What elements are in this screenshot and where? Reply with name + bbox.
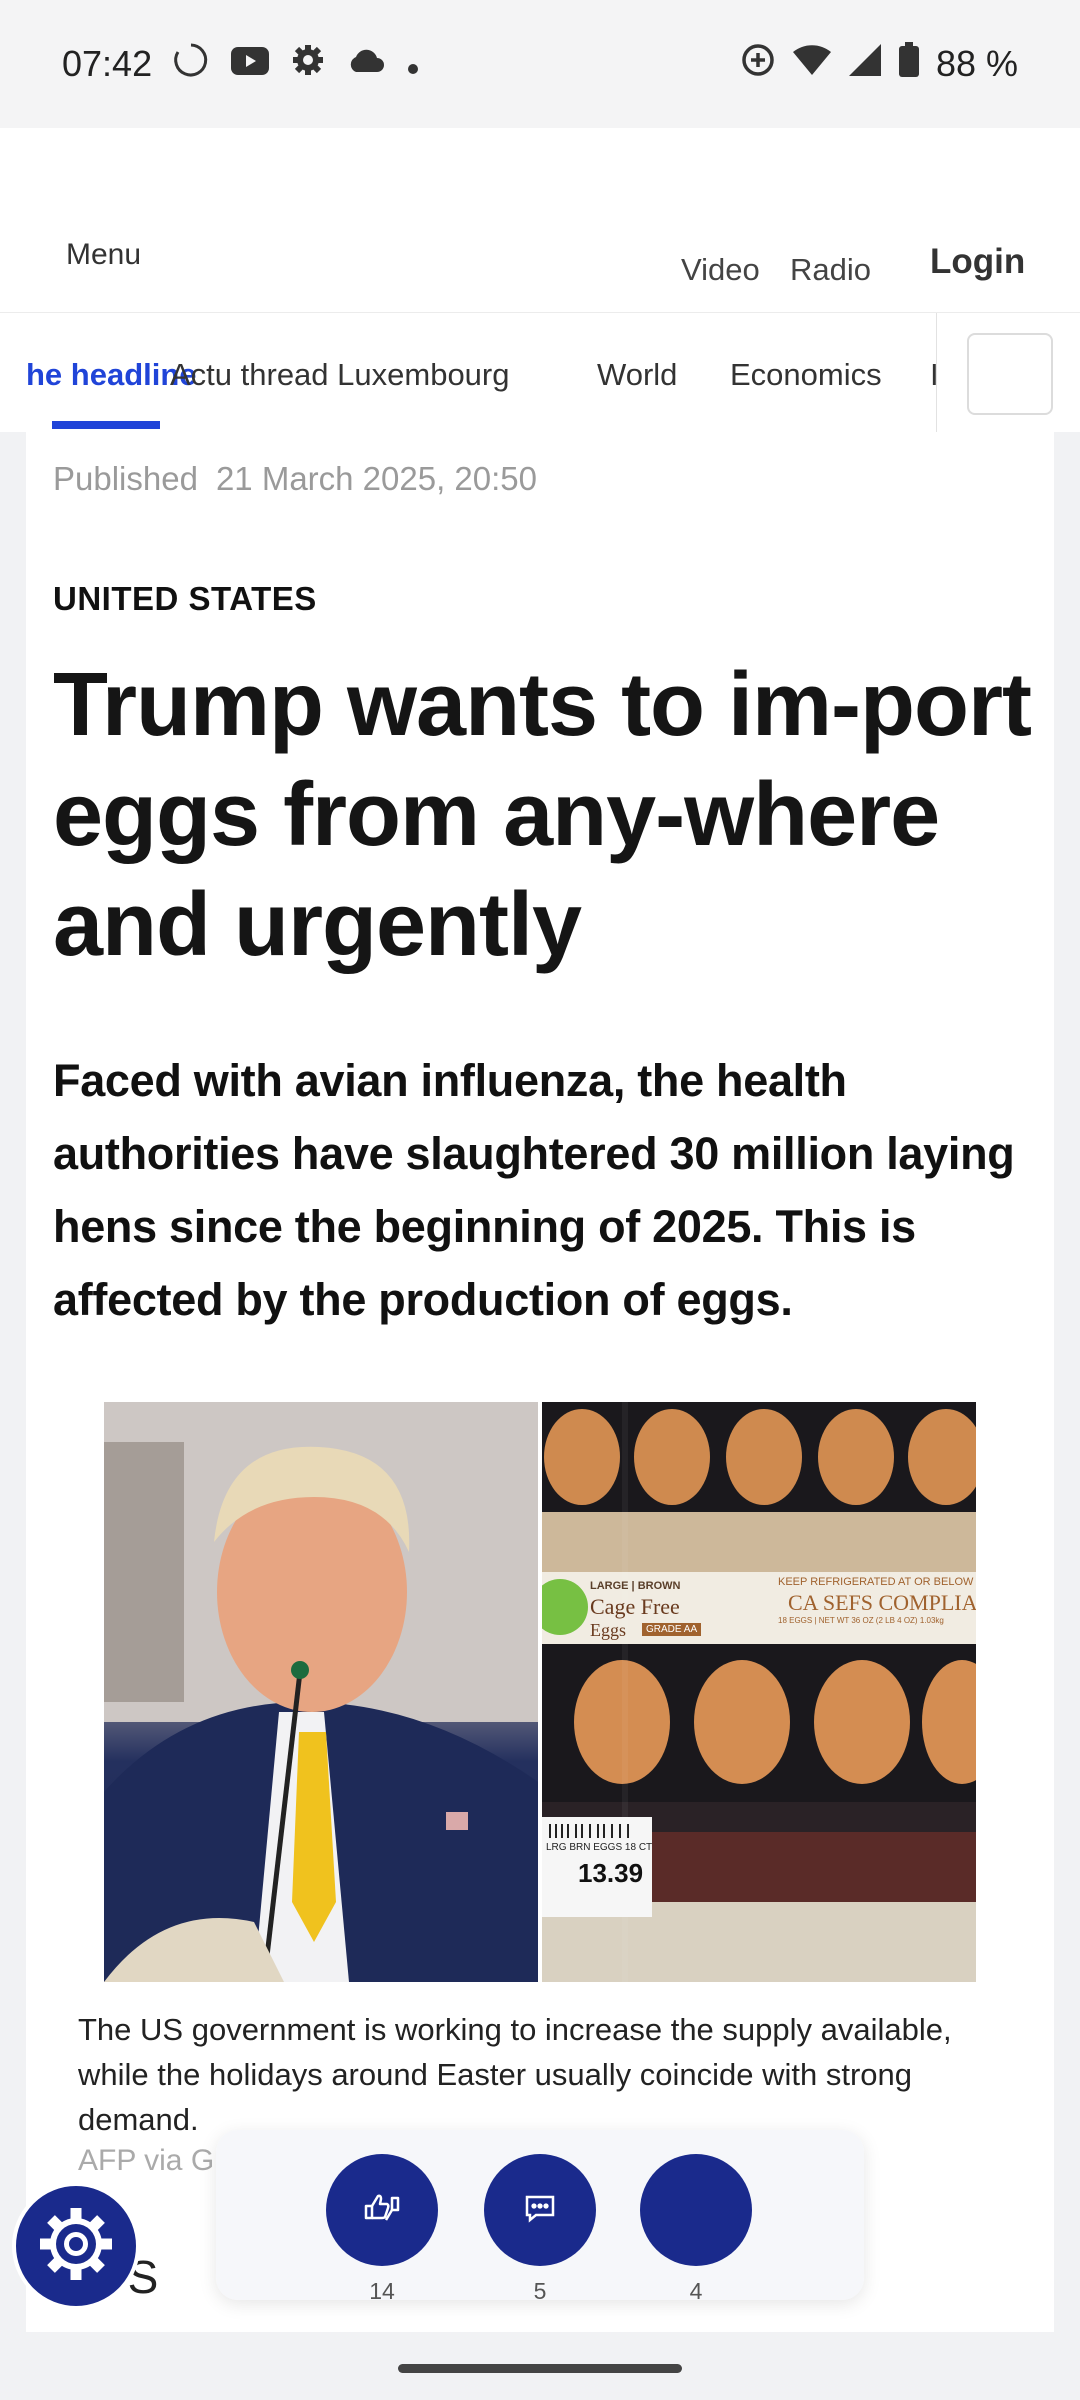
egg-label-grade: GRADE AA xyxy=(642,1623,702,1636)
nav-more-button[interactable] xyxy=(967,333,1053,415)
loading-icon xyxy=(172,41,210,88)
nav-divider xyxy=(936,313,937,432)
egg-label-right1: KEEP REFRIGERATED AT OR BELOW 45 F xyxy=(778,1576,976,1588)
article-kicker: UNITED STATES xyxy=(53,580,317,617)
price-tag-price: 13.39 xyxy=(578,1858,644,1888)
photo-credit: AFP via G xyxy=(78,2144,215,2177)
dot-icon xyxy=(406,43,420,85)
egg-label-right2: CA SEFS COMPLIANT xyxy=(788,1590,976,1615)
nav-item-truncated[interactable]: I xyxy=(930,357,939,393)
youtube-icon xyxy=(230,43,270,85)
video-link[interactable]: Video xyxy=(681,252,760,288)
reaction-count: 14 xyxy=(369,2278,395,2304)
photo-caption: The US government is working to increase… xyxy=(78,2012,952,2137)
photo-eggs: LARGE | BROWN Cage Free Eggs GRADE AA KE… xyxy=(542,1402,976,1982)
egg-label-right3: 18 EGGS | NET WT 36 OZ (2 LB 4 OZ) 1.03k… xyxy=(778,1616,944,1625)
egg-label-sub: Eggs xyxy=(590,1620,626,1640)
article-lead: Faced with avian influenza, the health a… xyxy=(53,1055,1015,1325)
published-date: 21 March 2025, 20:50 xyxy=(215,460,538,497)
gear-icon xyxy=(32,2200,120,2293)
battery-icon xyxy=(898,41,920,87)
menu-button[interactable]: Menu xyxy=(66,238,141,272)
nav-item-economics[interactable]: Economics xyxy=(730,357,882,393)
photo-portrait xyxy=(104,1402,538,1982)
thumbs-up-down-icon xyxy=(360,2186,404,2235)
nav-item-world[interactable]: World xyxy=(597,357,677,393)
comments-count: 5 xyxy=(533,2278,547,2304)
article-headline: Trump wants to im-port eggs from any-whe… xyxy=(53,655,1032,975)
published-label: Published xyxy=(53,460,198,497)
article-card: Published 21 March 2025, 20:50 UNITED STA… xyxy=(26,432,1054,2332)
reaction-button[interactable] xyxy=(326,2154,438,2266)
status-bar: 07:42 88 % xyxy=(0,0,1080,128)
signal-icon xyxy=(848,43,882,86)
egg-label-brand: Cage Free xyxy=(590,1594,680,1619)
share-count: 4 xyxy=(689,2278,703,2304)
data-saver-icon xyxy=(740,42,776,87)
accessibility-settings-button[interactable] xyxy=(12,2182,140,2310)
comment-icon xyxy=(522,2190,558,2231)
wifi-icon xyxy=(792,43,832,86)
radio-link[interactable]: Radio xyxy=(790,252,871,288)
nav-item-actu-thread[interactable]: Actu thread Luxembourg xyxy=(170,357,510,393)
share-button[interactable] xyxy=(640,2154,752,2266)
reaction-bar: 14 5 4 xyxy=(216,2130,864,2304)
cloud-icon xyxy=(346,43,386,85)
settings-icon xyxy=(290,42,326,87)
price-tag-item: LRG BRN EGGS 18 CT xyxy=(546,1842,653,1853)
login-button[interactable]: Login xyxy=(930,242,1025,282)
published-line: Published 21 March 2025, 20:50 xyxy=(53,460,537,498)
status-time: 07:42 xyxy=(62,43,153,84)
home-gesture-handle[interactable] xyxy=(398,2364,682,2373)
site-header: Menu Video Radio Login xyxy=(0,128,1080,312)
comments-button[interactable] xyxy=(484,2154,596,2266)
article-photo[interactable]: LARGE | BROWN Cage Free Eggs GRADE AA KE… xyxy=(104,1402,976,1982)
egg-label-line1: LARGE | BROWN xyxy=(590,1580,681,1592)
active-tab-indicator xyxy=(52,421,160,429)
category-nav: he headline Actu thread Luxembourg World… xyxy=(0,312,1080,432)
battery-percentage: 88 % xyxy=(935,43,1018,84)
